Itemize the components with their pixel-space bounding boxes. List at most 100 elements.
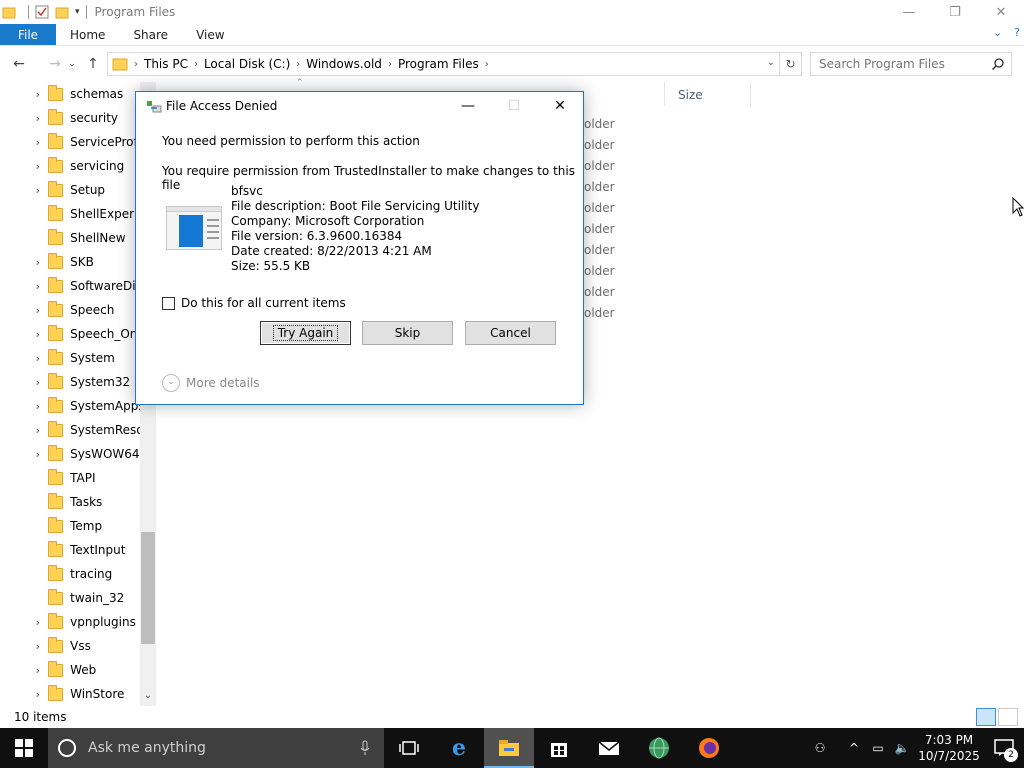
clock[interactable]: 7:03 PM 10/7/2025 bbox=[914, 732, 984, 764]
nav-item[interactable]: › SystemApps bbox=[0, 394, 140, 418]
search-input[interactable] bbox=[819, 57, 989, 71]
taskbar-firefox[interactable] bbox=[684, 728, 734, 768]
expand-chevron-icon[interactable]: › bbox=[30, 328, 46, 341]
scrollbar-thumb[interactable] bbox=[141, 532, 155, 644]
nav-item[interactable]: Tasks bbox=[0, 490, 140, 514]
apply-to-all-checkbox[interactable]: Do this for all current items bbox=[162, 296, 346, 310]
nav-item[interactable]: › Web bbox=[0, 658, 140, 682]
checkbox-box[interactable] bbox=[162, 296, 175, 310]
column-divider[interactable] bbox=[750, 82, 751, 106]
cortana-placeholder[interactable]: Ask me anything bbox=[88, 740, 206, 756]
expand-chevron-icon[interactable]: › bbox=[30, 280, 46, 293]
chevron-right-icon[interactable]: › bbox=[194, 59, 198, 70]
expand-chevron-icon[interactable]: › bbox=[30, 688, 46, 701]
network-icon[interactable]: ▭ bbox=[866, 728, 890, 768]
nav-item[interactable]: › ServiceProfiles bbox=[0, 130, 140, 154]
taskbar-file-explorer[interactable] bbox=[484, 728, 534, 768]
file-row-type[interactable]: older bbox=[584, 285, 615, 299]
address-dropdown-icon[interactable]: ⌄ bbox=[767, 57, 775, 68]
dialog-minimize-button[interactable]: — bbox=[445, 92, 491, 120]
chevron-right-icon[interactable]: › bbox=[134, 59, 138, 70]
large-icons-view-button[interactable] bbox=[998, 708, 1018, 726]
tab-view[interactable]: View bbox=[182, 24, 238, 45]
chevron-right-icon[interactable]: › bbox=[485, 59, 489, 70]
up-arrow-icon[interactable]: ↑ bbox=[82, 56, 104, 72]
scroll-down-icon[interactable]: ⌄ bbox=[140, 690, 156, 706]
expand-chevron-icon[interactable]: › bbox=[30, 136, 46, 149]
tab-file[interactable]: File bbox=[0, 24, 56, 45]
nav-item[interactable]: › Vss bbox=[0, 634, 140, 658]
nav-item[interactable]: › SystemResources bbox=[0, 418, 140, 442]
restore-button[interactable]: ❐ bbox=[932, 0, 978, 24]
nav-item[interactable]: › SKB bbox=[0, 250, 140, 274]
nav-item[interactable]: › System bbox=[0, 346, 140, 370]
nav-item[interactable]: twain_32 bbox=[0, 586, 140, 610]
column-divider[interactable] bbox=[664, 82, 665, 106]
checkbox-label[interactable]: Do this for all current items bbox=[181, 296, 346, 310]
show-hidden-icons-chevron-icon[interactable]: ^ bbox=[842, 728, 866, 768]
help-icon[interactable]: ? bbox=[1014, 26, 1020, 39]
details-view-button[interactable] bbox=[976, 708, 996, 726]
expand-chevron-icon[interactable]: › bbox=[30, 640, 46, 653]
expand-chevron-icon[interactable]: › bbox=[30, 304, 46, 317]
cancel-button[interactable]: Cancel bbox=[465, 321, 556, 345]
tab-share[interactable]: Share bbox=[119, 24, 182, 45]
tab-home[interactable]: Home bbox=[56, 24, 119, 45]
people-icon[interactable]: ⚇ bbox=[808, 728, 832, 768]
expand-chevron-icon[interactable]: › bbox=[30, 448, 46, 461]
expand-chevron-icon[interactable]: › bbox=[30, 400, 46, 413]
taskbar-store[interactable] bbox=[534, 728, 584, 768]
taskbar-app-globe[interactable] bbox=[634, 728, 684, 768]
nav-item[interactable]: › Speech_OneCore bbox=[0, 322, 140, 346]
file-row-type[interactable]: older bbox=[584, 264, 615, 278]
nav-item[interactable]: › vpnplugins bbox=[0, 610, 140, 634]
search-box[interactable] bbox=[810, 52, 1012, 76]
file-row-type[interactable]: older bbox=[584, 306, 615, 320]
expand-chevron-icon[interactable]: › bbox=[30, 352, 46, 365]
navigation-pane[interactable]: › schemas › security › ServiceProfiles › servic… bbox=[0, 82, 156, 706]
action-center-button[interactable]: 2 bbox=[984, 728, 1024, 768]
more-details-toggle[interactable]: ⌄ More details bbox=[162, 374, 260, 392]
nav-item[interactable]: TextInput bbox=[0, 538, 140, 562]
file-row-type[interactable]: older bbox=[584, 138, 615, 152]
expand-chevron-icon[interactable]: › bbox=[30, 88, 46, 101]
chevron-down-icon[interactable]: ⌄ bbox=[162, 374, 180, 392]
task-view-button[interactable] bbox=[384, 728, 434, 768]
start-button[interactable] bbox=[0, 728, 48, 768]
nav-item[interactable]: › WinStore bbox=[0, 682, 140, 706]
expand-chevron-icon[interactable]: › bbox=[30, 256, 46, 269]
file-row-type[interactable]: older bbox=[584, 117, 615, 131]
expand-chevron-icon[interactable]: › bbox=[30, 112, 46, 125]
file-row-type[interactable]: older bbox=[584, 159, 615, 173]
skip-button[interactable]: Skip bbox=[362, 321, 453, 345]
nav-item[interactable]: tracing bbox=[0, 562, 140, 586]
breadcrumb-windows-old[interactable]: Windows.old bbox=[306, 57, 382, 71]
nav-item[interactable]: › servicing bbox=[0, 154, 140, 178]
search-icon[interactable] bbox=[991, 57, 1005, 71]
breadcrumb-program-files[interactable]: Program Files bbox=[398, 57, 479, 71]
cortana-search-box[interactable]: Ask me anything bbox=[48, 728, 384, 768]
properties-icon[interactable] bbox=[35, 5, 49, 19]
nav-item[interactable]: › Speech bbox=[0, 298, 140, 322]
nav-item[interactable]: › SysWOW64 bbox=[0, 442, 140, 466]
refresh-button[interactable]: ↻ bbox=[780, 52, 802, 76]
nav-item[interactable]: › security bbox=[0, 106, 140, 130]
microphone-icon[interactable] bbox=[360, 740, 370, 756]
more-details-label[interactable]: More details bbox=[186, 376, 260, 390]
volume-muted-icon[interactable]: 🔈 bbox=[890, 728, 914, 768]
nav-item[interactable]: › schemas bbox=[0, 82, 140, 106]
file-row-type[interactable]: older bbox=[584, 243, 615, 257]
nav-item[interactable]: › System32 bbox=[0, 370, 140, 394]
expand-chevron-icon[interactable]: › bbox=[30, 616, 46, 629]
expand-ribbon-icon[interactable]: ⌄ bbox=[993, 26, 1002, 39]
chevron-right-icon[interactable]: › bbox=[296, 59, 300, 70]
customize-toolbar-chevron-icon[interactable]: ▾ bbox=[75, 7, 80, 17]
nav-item[interactable]: TAPI bbox=[0, 466, 140, 490]
dialog-close-button[interactable]: ✕ bbox=[537, 92, 583, 120]
expand-chevron-icon[interactable]: › bbox=[30, 424, 46, 437]
back-arrow-icon[interactable]: ← bbox=[8, 56, 30, 72]
breadcrumb-local-disk[interactable]: Local Disk (C:) bbox=[204, 57, 290, 71]
nav-item[interactable]: Temp bbox=[0, 514, 140, 538]
column-header-size[interactable]: Size bbox=[678, 88, 703, 102]
taskbar-mail[interactable] bbox=[584, 728, 634, 768]
